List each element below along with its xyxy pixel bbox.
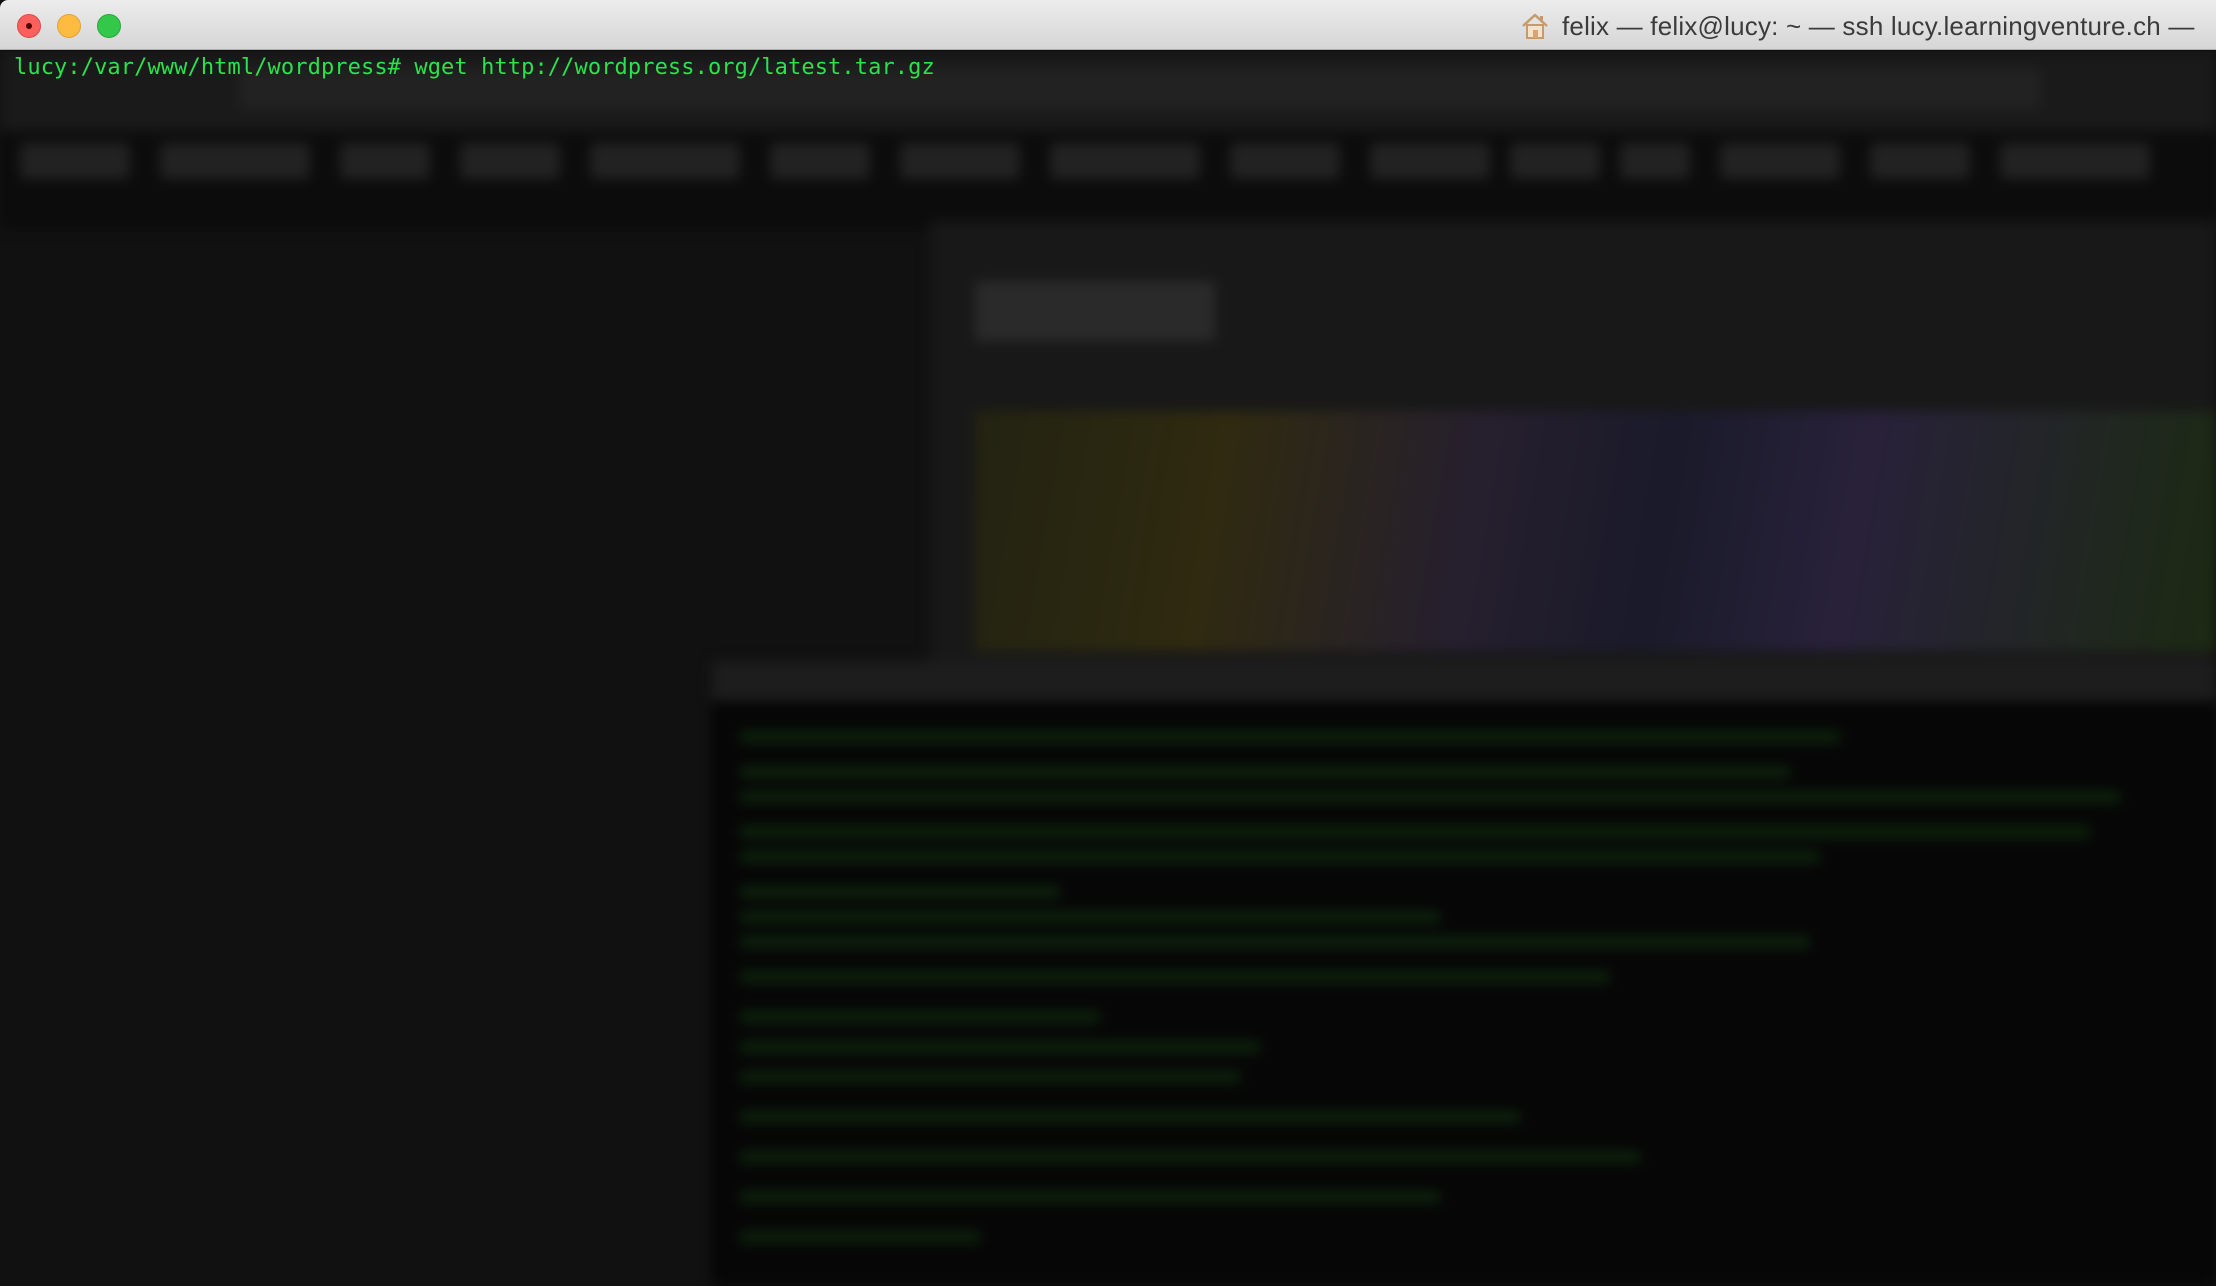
maximize-window-button[interactable] (97, 14, 121, 38)
blurred-tab (340, 143, 430, 179)
blurred-tab (2000, 143, 2150, 179)
blurred-tab (1370, 143, 1490, 179)
window-title-area: felix — felix@lucy: ~ — ssh lucy.learnin… (1520, 10, 2195, 42)
blurred-terminal-line (740, 911, 1440, 923)
blurred-tab (160, 143, 310, 179)
blurred-terminal-line (740, 826, 2090, 838)
window-titlebar[interactable]: felix — felix@lucy: ~ — ssh lucy.learnin… (0, 0, 2216, 50)
window-title: felix — felix@lucy: ~ — ssh lucy.learnin… (1562, 10, 2195, 41)
home-icon (1522, 13, 1548, 39)
blurred-tab (1230, 143, 1340, 179)
close-window-button[interactable] (17, 14, 41, 38)
blurred-terminal-line (740, 1151, 1640, 1163)
blurred-page-banner (975, 411, 2216, 651)
terminal-window: felix — felix@lucy: ~ — ssh lucy.learnin… (0, 0, 2216, 1286)
blurred-terminal-line (740, 731, 1840, 743)
blurred-terminal-line (740, 971, 1610, 983)
blurred-terminal-line (740, 886, 1060, 898)
blurred-tab (460, 143, 560, 179)
blurred-terminal-line (740, 1041, 1260, 1053)
blurred-terminal-line (740, 1071, 1240, 1083)
blurred-tab (1050, 143, 1200, 179)
blurred-terminal-line (740, 936, 1810, 948)
blurred-tab (770, 143, 870, 179)
blurred-terminal-line (740, 851, 1820, 863)
minimize-window-button[interactable] (57, 14, 81, 38)
blurred-terminal-line (740, 1191, 1440, 1203)
blurred-tab (1720, 143, 1840, 179)
shell-command: wget http://wordpress.org/latest.tar.gz (414, 55, 935, 80)
blurred-terminal-line (740, 1111, 1520, 1123)
blurred-inner-window-titlebar (712, 661, 2216, 701)
blurred-terminal-line (740, 1011, 1100, 1023)
terminal-content[interactable]: lucy:/var/www/html/wordpress# wget http:… (0, 51, 2216, 1286)
blurred-terminal-line (740, 766, 1790, 778)
blurred-tab (20, 143, 130, 179)
blurred-desktop-background (0, 51, 2216, 1286)
terminal-command-line[interactable]: lucy:/var/www/html/wordpress# wget http:… (14, 55, 935, 80)
blurred-terminal-line (740, 1231, 980, 1243)
blurred-tab (1870, 143, 1970, 179)
shell-prompt: lucy:/var/www/html/wordpress# (14, 55, 415, 80)
blurred-tab (1510, 143, 1600, 179)
blurred-page-heading (975, 281, 1215, 341)
blurred-tab (1620, 143, 1690, 179)
blurred-terminal-line (740, 791, 2120, 803)
blurred-tab (590, 143, 740, 179)
blurred-tab (900, 143, 1020, 179)
